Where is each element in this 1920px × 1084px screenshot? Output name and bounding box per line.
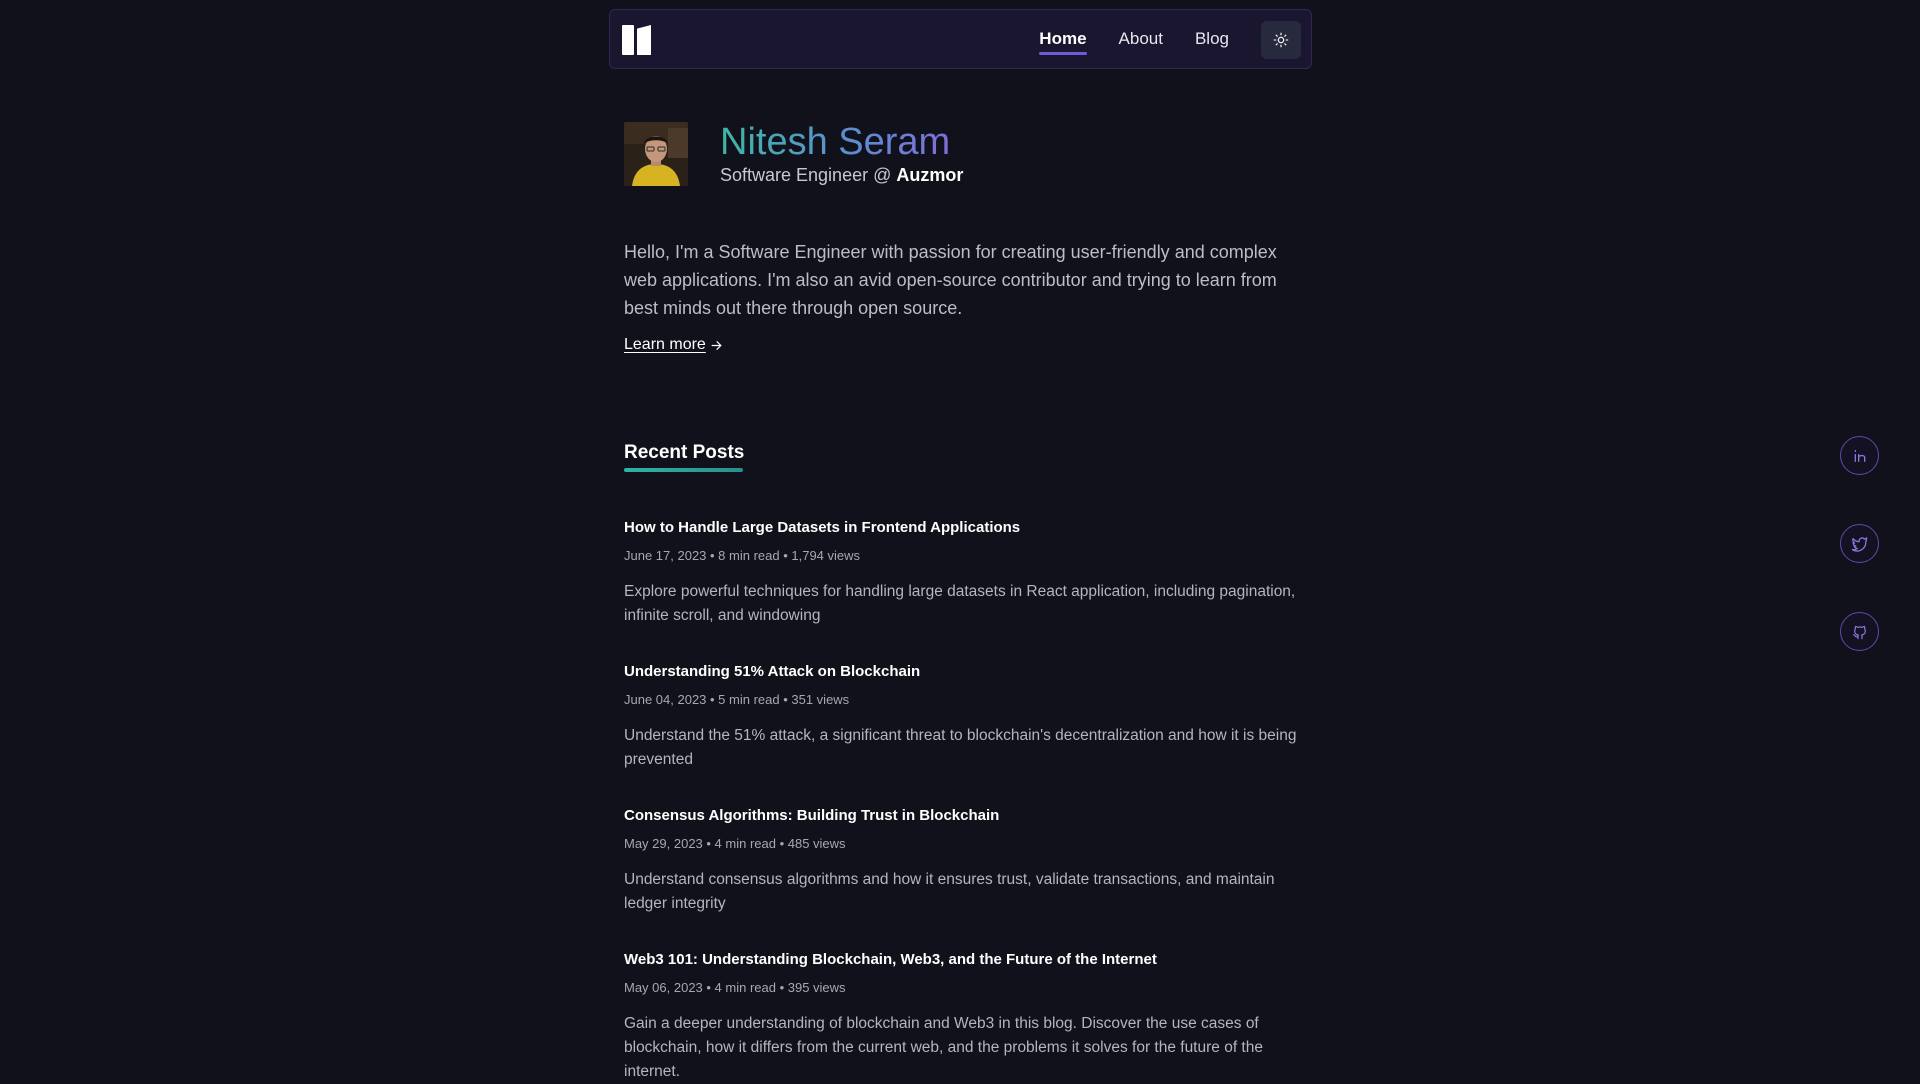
logo-mark-left — [622, 25, 634, 55]
nav-link-about[interactable]: About — [1119, 29, 1163, 51]
learn-more-label: Learn more — [624, 336, 706, 353]
post-title[interactable]: How to Handle Large Datasets in Frontend… — [624, 518, 1304, 538]
post-item[interactable]: Web3 101: Understanding Blockchain, Web3… — [624, 950, 1304, 1084]
sun-icon — [1273, 32, 1289, 48]
post-title[interactable]: Consensus Algorithms: Building Trust in … — [624, 806, 1304, 826]
post-title[interactable]: Understanding 51% Attack on Blockchain — [624, 662, 1304, 682]
post-title[interactable]: Web3 101: Understanding Blockchain, Web3… — [624, 950, 1304, 970]
avatar-photo — [624, 122, 688, 186]
post-description: Explore powerful techniques for handling… — [624, 583, 1296, 624]
github-link[interactable] — [1840, 612, 1879, 651]
post-item[interactable]: How to Handle Large Datasets in Frontend… — [624, 518, 1304, 628]
post-meta: June 17, 2023 • 8 min read • 1,794 views — [624, 548, 861, 563]
profile-subtitle: Software Engineer @ Auzmor — [720, 164, 963, 186]
post-description: Understand the 51% attack, a significant… — [624, 727, 1297, 768]
linkedin-link[interactable] — [1840, 436, 1879, 475]
nav-links: Home About Blog — [1039, 10, 1229, 70]
profile-name: Nitesh Seram — [720, 118, 950, 166]
nav-link-home[interactable]: Home — [1039, 29, 1087, 55]
profile-company: Auzmor — [896, 165, 964, 185]
profile-avatar — [624, 122, 688, 186]
learn-more-link[interactable]: Learn more — [624, 336, 723, 354]
post-description: Understand consensus algorithms and how … — [624, 871, 1275, 912]
github-icon — [1852, 625, 1866, 639]
arrow-right-icon — [711, 340, 722, 350]
nav-link-blog[interactable]: Blog — [1195, 29, 1229, 51]
post-meta: May 06, 2023 • 4 min read • 395 views — [624, 980, 846, 995]
theme-toggle-button[interactable] — [1261, 21, 1301, 59]
intro-paragraph: Hello, I'm a Software Engineer with pass… — [624, 242, 1277, 318]
post-meta: June 04, 2023 • 5 min read • 351 views — [624, 692, 850, 707]
twitter-link[interactable] — [1840, 524, 1879, 563]
post-description: Gain a deeper understanding of blockchai… — [624, 1015, 1263, 1080]
logo-mark-right — [637, 25, 651, 55]
post-item[interactable]: Consensus Algorithms: Building Trust in … — [624, 806, 1304, 916]
post-item[interactable]: Understanding 51% Attack on Blockchain J… — [624, 662, 1304, 772]
top-navbar: Home About Blog — [609, 9, 1312, 69]
post-meta: May 29, 2023 • 4 min read • 485 views — [624, 836, 846, 851]
recent-posts-heading: Recent Posts — [624, 442, 745, 463]
twitter-icon — [1851, 537, 1868, 552]
heading-underline — [624, 468, 743, 472]
linkedin-icon — [1854, 449, 1865, 462]
profile-role: Software Engineer @ — [720, 165, 897, 185]
site-logo[interactable] — [622, 25, 652, 55]
